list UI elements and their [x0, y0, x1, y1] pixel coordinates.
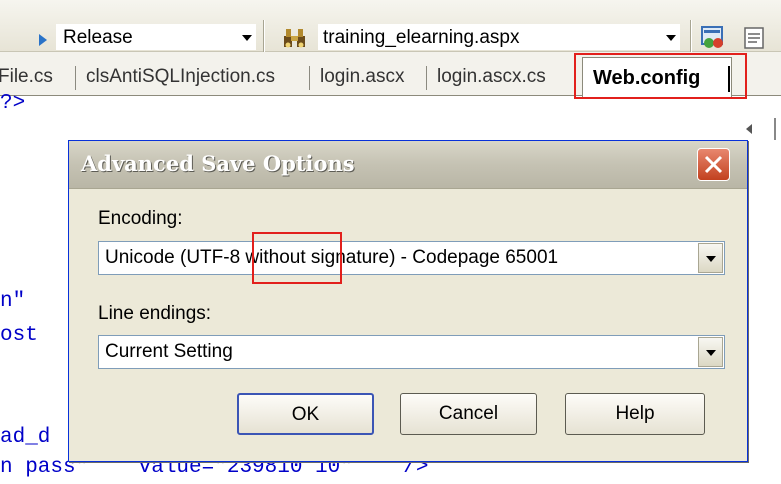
- start-debug-arrow-icon[interactable]: [39, 34, 47, 46]
- tab-login-ascx-cs[interactable]: login.ascx.cs: [437, 62, 546, 92]
- line-endings-label: Line endings:: [98, 303, 212, 324]
- toolbar: Release training_elearning.aspx: [0, 0, 781, 52]
- code-line: ad_d: [0, 426, 51, 449]
- tab-file-cs[interactable]: File.cs: [0, 62, 53, 92]
- close-icon: [704, 155, 723, 174]
- code-line: ost: [0, 324, 38, 347]
- cancel-button[interactable]: Cancel: [400, 393, 537, 435]
- line-endings-value: Current Setting: [105, 341, 233, 362]
- toolbar-separator: [263, 20, 265, 52]
- start-page-value: training_elearning.aspx: [323, 27, 520, 48]
- start-page-combo[interactable]: training_elearning.aspx: [318, 24, 680, 50]
- tab-scroll-left-icon[interactable]: [746, 124, 752, 134]
- chevron-down-icon[interactable]: [242, 35, 252, 41]
- solution-explorer-icon[interactable]: [700, 24, 726, 50]
- tab-scroll-right-icon[interactable]: [774, 118, 781, 140]
- toolbar-separator: [690, 20, 692, 52]
- ok-button[interactable]: OK: [237, 393, 374, 435]
- advanced-save-options-dialog: Advanced Save Options Encoding: Unicode …: [68, 140, 748, 462]
- highlight-box-without: [252, 232, 342, 284]
- encoding-select[interactable]: Unicode (UTF-8 without signature) - Code…: [98, 241, 725, 275]
- help-button[interactable]: Help: [565, 393, 705, 435]
- dialog-title-bar[interactable]: Advanced Save Options: [69, 141, 747, 189]
- code-line: ?>: [0, 92, 26, 115]
- dialog-title: Advanced Save Options: [81, 151, 355, 176]
- tab-separator: [309, 66, 310, 90]
- code-line: n": [0, 290, 26, 313]
- line-endings-select[interactable]: Current Setting: [98, 335, 725, 369]
- close-button[interactable]: [697, 148, 730, 181]
- encoding-label: Encoding:: [98, 208, 183, 229]
- chevron-down-icon[interactable]: [698, 337, 723, 367]
- tab-separator: [426, 66, 427, 90]
- binoculars-icon[interactable]: [282, 24, 308, 50]
- chevron-down-icon[interactable]: [698, 243, 723, 273]
- tab-login-ascx[interactable]: login.ascx: [320, 62, 405, 92]
- solution-configuration-combo[interactable]: Release: [56, 24, 256, 50]
- highlight-box-web-config-tab: [574, 53, 747, 99]
- tab-separator: [75, 66, 76, 90]
- chevron-down-icon[interactable]: [666, 35, 676, 41]
- tab-clsantisqlinjection-cs[interactable]: clsAntiSQLInjection.cs: [86, 62, 275, 92]
- solution-configuration-value: Release: [63, 27, 133, 48]
- properties-icon[interactable]: [742, 24, 768, 50]
